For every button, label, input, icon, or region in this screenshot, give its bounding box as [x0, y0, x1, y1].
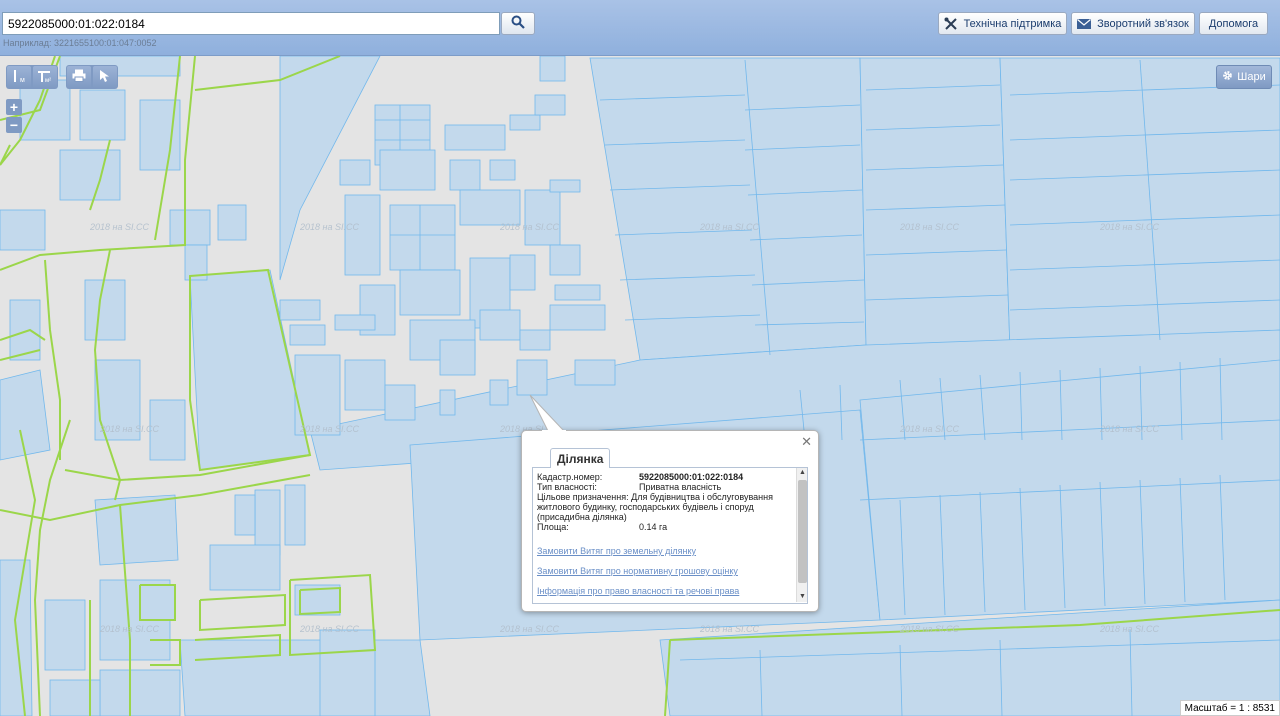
area-key: Площа:	[537, 522, 569, 532]
zoom-in-button[interactable]: +	[6, 99, 22, 115]
map-watermark: 2018 на SI.CC	[300, 624, 359, 634]
map-watermark: 2018 на SI.CC	[500, 624, 559, 634]
map-watermark: 2018 на SI.CC	[300, 424, 359, 434]
measure-tools: м м²	[6, 65, 58, 89]
map-watermark: 2018 на SI.CC	[900, 624, 959, 634]
map-watermark: 2018 на SI.CC	[100, 424, 159, 434]
svg-text:м: м	[20, 77, 25, 83]
map-watermark: 2018 на SI.CC	[1100, 624, 1159, 634]
search-button[interactable]	[501, 12, 535, 35]
technical-support-label: Технічна підтримка	[963, 17, 1062, 30]
measure-distance-button[interactable]: м	[7, 66, 31, 88]
print-button[interactable]	[67, 66, 91, 88]
search-example-hint: Наприклад: 3221655100:01:047:0052	[3, 38, 157, 48]
layers-label: Шари	[1237, 71, 1266, 83]
help-button[interactable]: Допомога	[1199, 12, 1268, 35]
cadastre-key: Кадастр.номер:	[537, 472, 603, 482]
purpose-row: Цільове призначення: Для будівництва і о…	[537, 492, 795, 522]
popup-scrollbar[interactable]: ▲ ▼	[796, 468, 807, 602]
plus-icon: +	[9, 99, 19, 115]
technical-support-button[interactable]: Технічна підтримка	[938, 12, 1067, 35]
feedback-button[interactable]: Зворотний зв'язок	[1071, 12, 1195, 35]
map-watermark: 2018 на SI.CC	[1100, 222, 1159, 232]
measure-area-button[interactable]: м²	[33, 66, 57, 88]
area-value: 0.14 га	[639, 522, 668, 532]
map-scale: Масштаб = 1 : 8531	[1179, 700, 1280, 716]
svg-text:м²: м²	[45, 78, 51, 83]
close-icon[interactable]: ✕	[801, 435, 812, 448]
order-land-extract-link[interactable]: Замовити Витяг про земельну ділянку	[537, 546, 795, 556]
minus-icon: −	[9, 117, 19, 133]
ownership-row: Тип власності: Приватна власність	[537, 482, 795, 492]
scroll-down-icon[interactable]: ▼	[798, 592, 807, 602]
parcel-info-body: Кадастр.номер: 5922085000:01:022:0184 Ти…	[532, 468, 808, 604]
tab-parcel[interactable]: Ділянка	[550, 448, 611, 468]
help-label: Допомога	[1208, 17, 1259, 30]
feedback-label: Зворотний зв'язок	[1097, 17, 1189, 30]
cadastral-map[interactable]: 2018 на SI.CC 2018 на SI.CC 2018 на SI.C…	[0, 56, 1280, 716]
pointer-icon	[98, 69, 112, 86]
envelope-icon	[1077, 18, 1092, 29]
gear-icon	[1222, 70, 1233, 84]
purpose-key: Цільове призначення:	[537, 492, 629, 502]
map-canvas	[0, 56, 1280, 716]
area-ruler-icon: м²	[36, 69, 54, 86]
map-watermark: 2018 на SI.CC	[700, 222, 759, 232]
map-watermark: 2018 на SI.CC	[90, 222, 149, 232]
scroll-thumb[interactable]	[798, 480, 807, 583]
cadastre-value: 5922085000:01:022:0184	[639, 472, 744, 482]
ownership-info-link[interactable]: Інформація про право власності та речові…	[537, 586, 795, 596]
map-watermark: 2018 на SI.CC	[300, 222, 359, 232]
printer-icon	[72, 69, 86, 85]
ruler-icon: м	[11, 69, 27, 86]
ownership-value: Приватна власність	[639, 482, 722, 492]
ownership-key: Тип власності:	[537, 482, 597, 492]
search-icon	[511, 15, 525, 32]
cadastre-search-input[interactable]	[2, 12, 500, 35]
identify-button[interactable]	[93, 66, 117, 88]
map-watermark: 2018 на SI.CC	[900, 424, 959, 434]
print-tools	[66, 65, 118, 89]
map-watermark: 2018 на SI.CC	[900, 222, 959, 232]
map-watermark: 2018 на SI.CC	[500, 222, 559, 232]
top-toolbar: Наприклад: 3221655100:01:047:0052 Техніч…	[0, 0, 1280, 56]
tools-icon	[944, 17, 958, 31]
map-watermark: 2018 на SI.CC	[1100, 424, 1159, 434]
parcel-info-popup: ✕ Ділянка Кадастр.номер: 5922085000:01:0…	[521, 430, 819, 612]
map-watermark: 2018 на SI.CC	[100, 624, 159, 634]
layers-button[interactable]: Шари	[1216, 65, 1272, 89]
scroll-up-icon[interactable]: ▲	[798, 468, 807, 478]
order-valuation-extract-link[interactable]: Замовити Витяг про нормативну грошову оц…	[537, 566, 795, 576]
zoom-out-button[interactable]: −	[6, 117, 22, 133]
map-watermark: 2018 на SI.CC	[700, 624, 759, 634]
popup-pointer	[528, 394, 568, 437]
cadastre-row: Кадастр.номер: 5922085000:01:022:0184	[537, 472, 795, 482]
area-row: Площа: 0.14 га	[537, 522, 795, 532]
